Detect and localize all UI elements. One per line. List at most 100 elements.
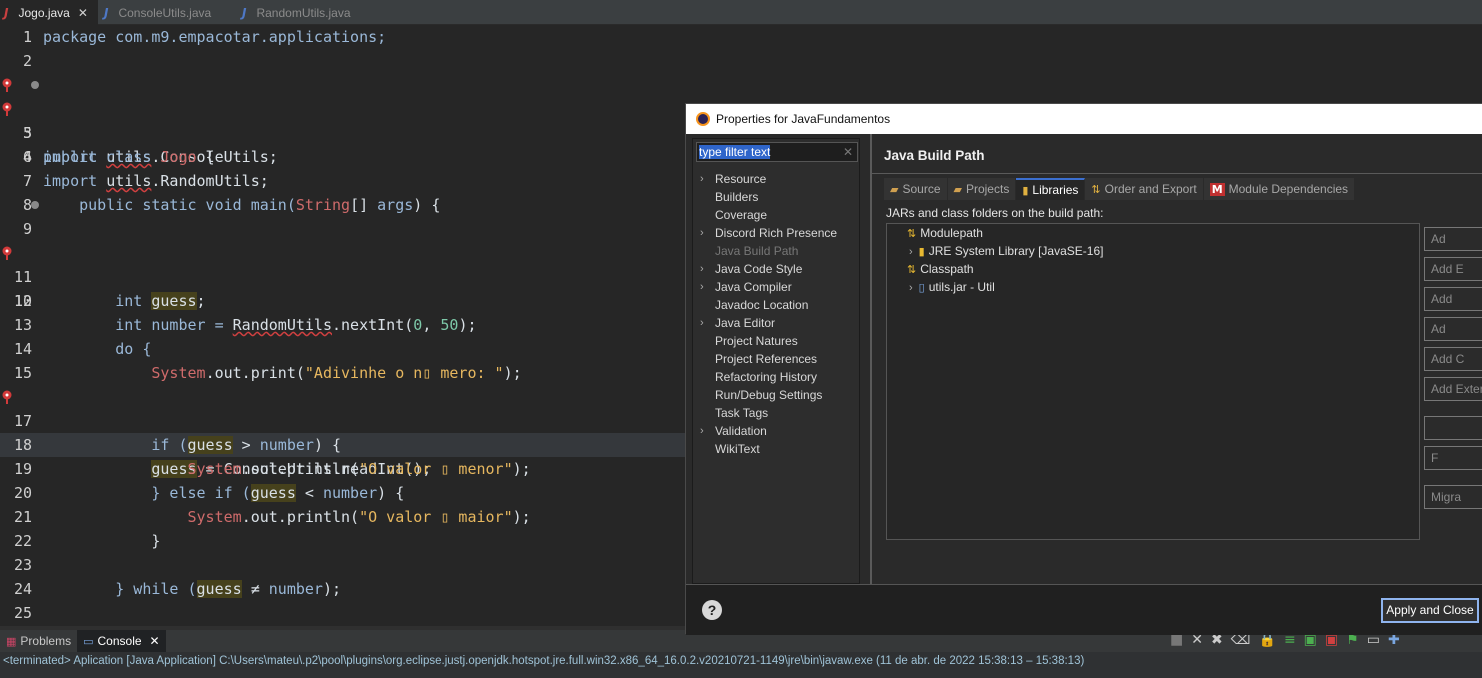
tree-row-label: JRE System Library [JavaSE-16] [928,244,1104,258]
code-line[interactable]: 24 } while (guess ≠ number); [0,577,690,601]
tab-source[interactable]: ▰ Source [884,178,948,200]
dialog-title-bar[interactable]: Properties for JavaFundamentos [686,104,1482,134]
filter-text: type filter text [699,145,771,159]
tab-jogo-java[interactable]: J Jogo.java ✕ [0,0,98,25]
tree-row-utils-jar[interactable]: › ▯ utils.jar - Util [909,278,995,296]
tab-randomutils-java[interactable]: J RandomUtils.java [238,0,368,25]
tree-item-validation[interactable]: › Validation [693,422,859,440]
line-number: 13 [13,316,32,334]
build-path-tree[interactable]: ⇅ Modulepath › ▮ JRE System Library [JavaSE… [886,223,1420,540]
tree-item-run-debug-settings[interactable]: Run/Debug Settings [693,386,859,404]
tree-row-jre[interactable]: › ▮ JRE System Library [JavaSE-16] [909,242,1103,260]
code-line[interactable]: 13 [0,313,690,337]
code-line[interactable]: 23 [0,553,690,577]
tree-item-java-compiler[interactable]: › Java Compiler [693,278,859,296]
code-line[interactable]: 12 int guess; [0,289,690,313]
help-icon[interactable]: ? [702,600,722,620]
tree-item-java-build-path[interactable]: Java Build Path [693,242,859,260]
code-line[interactable]: 9 [0,217,690,241]
tree-item-java-code-style[interactable]: › Java Code Style [693,260,859,278]
remove-button[interactable]: F [1424,446,1482,470]
code-line[interactable]: 16 guess = ConsoleUtils.readInt(); [0,385,690,478]
tree-item-discord[interactable]: › Discord Rich Presence [693,224,859,242]
chevron-right-icon[interactable]: › [700,314,704,332]
tab-problems[interactable]: ▦ Problems [0,630,77,652]
chevron-right-icon[interactable]: › [700,278,704,296]
tree-item-javadoc-location[interactable]: Javadoc Location [693,296,859,314]
code-line[interactable]: 4 import utils.RandomUtils; [0,97,690,190]
code-line[interactable]: 10 int number = RandomUtils.nextInt(0, 5… [0,241,690,334]
line-number: 2 [22,52,32,70]
tree-item-resource[interactable]: › Resource [693,170,859,188]
code-line[interactable]: 7 [0,169,690,193]
code-line[interactable]: 17 [0,409,690,433]
add-external-jars-button[interactable]: Add E [1424,257,1482,281]
tree-item-label: Resource [715,172,767,186]
tab-order-export[interactable]: ⇅ Order and Export [1085,178,1204,200]
code-line[interactable]: 21 System.out.println("O valor ▯ maior")… [0,505,690,529]
add-library-button[interactable]: Ad [1424,317,1482,341]
code-line[interactable]: 11 [0,265,690,289]
tab-consoleutils-java[interactable]: J ConsoleUtils.java [98,0,238,25]
code-line[interactable]: 25 [0,601,690,625]
chevron-right-icon[interactable]: › [700,260,704,278]
tab-projects[interactable]: ▰ Projects [947,178,1017,200]
code-line-current[interactable]: 18 if (guess > number) { [0,433,690,457]
build-path-tabs: ▰ Source ▰ Projects ▮ Libraries ⇅ Order and … [884,178,1356,200]
tab-console[interactable]: ▭ Console ✕ [77,630,166,652]
chevron-right-icon[interactable]: › [700,224,704,242]
tree-row-modulepath[interactable]: ⇅ Modulepath [907,224,983,242]
code-line[interactable]: 14 do { [0,337,690,361]
code-line[interactable]: 22 } [0,529,690,553]
error-marker-icon[interactable] [2,390,12,404]
tree-item-java-editor[interactable]: › Java Editor [693,314,859,332]
tree-item-project-natures[interactable]: Project Natures [693,332,859,350]
tab-module-dependencies[interactable]: M Module Dependencies [1203,178,1356,200]
tree-item-builders[interactable]: Builders [693,188,859,206]
apply-and-close-button[interactable]: Apply and Close [1381,598,1479,623]
line-number: 1 [22,28,32,46]
clear-filter-icon[interactable]: ✕ [843,143,853,161]
classpath-icon: ⇅ [907,263,917,276]
code-line[interactable]: 20 } else if (guess < number) { [0,481,690,505]
chevron-right-icon[interactable]: › [909,246,913,258]
migrate-button[interactable]: Migra [1424,485,1482,509]
error-marker-icon[interactable] [2,246,12,260]
add-jars-button[interactable]: Ad [1424,227,1482,251]
fold-icon[interactable] [31,201,39,209]
add-external-class-folder-button[interactable]: Add Exter [1424,377,1482,401]
tree-item-project-references[interactable]: Project References [693,350,859,368]
tree-item-label: Java Code Style [715,262,803,276]
code-line[interactable]: 8 public static void main(String[] args)… [0,193,690,217]
error-marker-icon[interactable] [2,78,12,92]
code-line[interactable]: 5 [0,121,690,145]
code-text: < [295,484,323,502]
error-marker-icon[interactable] [2,102,12,116]
code-line[interactable]: 3 import utils.ConsoleUtils; [0,73,690,166]
tab-label: ConsoleUtils.java [118,5,212,20]
edit-button[interactable] [1424,416,1482,440]
tree-item-task-tags[interactable]: Task Tags [693,404,859,422]
close-icon[interactable]: ✕ [78,6,88,20]
code-line[interactable]: 1 package com.m9.empacotar.applications; [0,25,690,49]
chevron-right-icon[interactable]: › [909,282,913,294]
fold-icon[interactable] [31,81,39,89]
code-line[interactable]: 6 public class Jogo { [0,145,690,169]
chevron-right-icon[interactable]: › [700,170,704,188]
close-icon[interactable]: ✕ [150,634,160,648]
code-line[interactable]: 2 [0,49,690,73]
line-number: 23 [13,556,32,574]
filter-input[interactable]: type filter text ✕ [696,142,858,162]
tree-row-classpath[interactable]: ⇅ Classpath [907,260,974,278]
tree-item-coverage[interactable]: Coverage [693,206,859,224]
tree-item-wikitext[interactable]: WikiText [693,440,859,458]
tab-libraries[interactable]: ▮ Libraries [1016,178,1086,200]
add-class-folder-button[interactable]: Add C [1424,347,1482,371]
chevron-right-icon[interactable]: › [700,422,704,440]
add-variable-button[interactable]: Add [1424,287,1482,311]
code-line[interactable]: 15 System.out.print("Adivinhe o n▯ mero:… [0,361,690,385]
tree-item-label: Builders [715,190,759,204]
code-text: number [322,484,378,502]
code-line[interactable]: 19 System.out.println("O valor ▯ menor")… [0,457,690,481]
tree-item-refactoring-history[interactable]: Refactoring History [693,368,859,386]
